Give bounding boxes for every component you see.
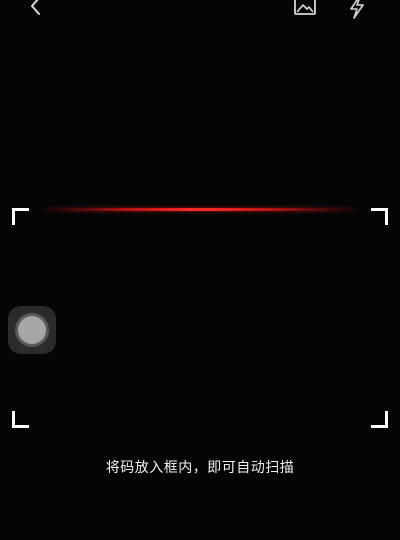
assistive-touch-dot	[18, 316, 46, 344]
scanner-screen: 将码放入框内，即可自动扫描	[0, 0, 400, 540]
scan-frame	[12, 208, 388, 428]
frame-corner-bottom-right	[371, 411, 388, 428]
frame-corner-bottom-left	[12, 411, 29, 428]
scan-hint-text: 将码放入框内，即可自动扫描	[105, 460, 295, 476]
frame-corner-top-left	[12, 208, 29, 225]
scan-line	[42, 208, 358, 211]
assistive-touch-button[interactable]	[8, 306, 56, 354]
image-icon	[294, 0, 316, 15]
chevron-left-icon	[31, 0, 40, 15]
frame-corner-top-right	[371, 208, 388, 225]
flash-button[interactable]	[346, 0, 368, 20]
top-bar	[0, 0, 400, 22]
back-button[interactable]	[26, 0, 46, 18]
gallery-button[interactable]	[292, 0, 318, 18]
lightning-icon	[350, 0, 364, 19]
